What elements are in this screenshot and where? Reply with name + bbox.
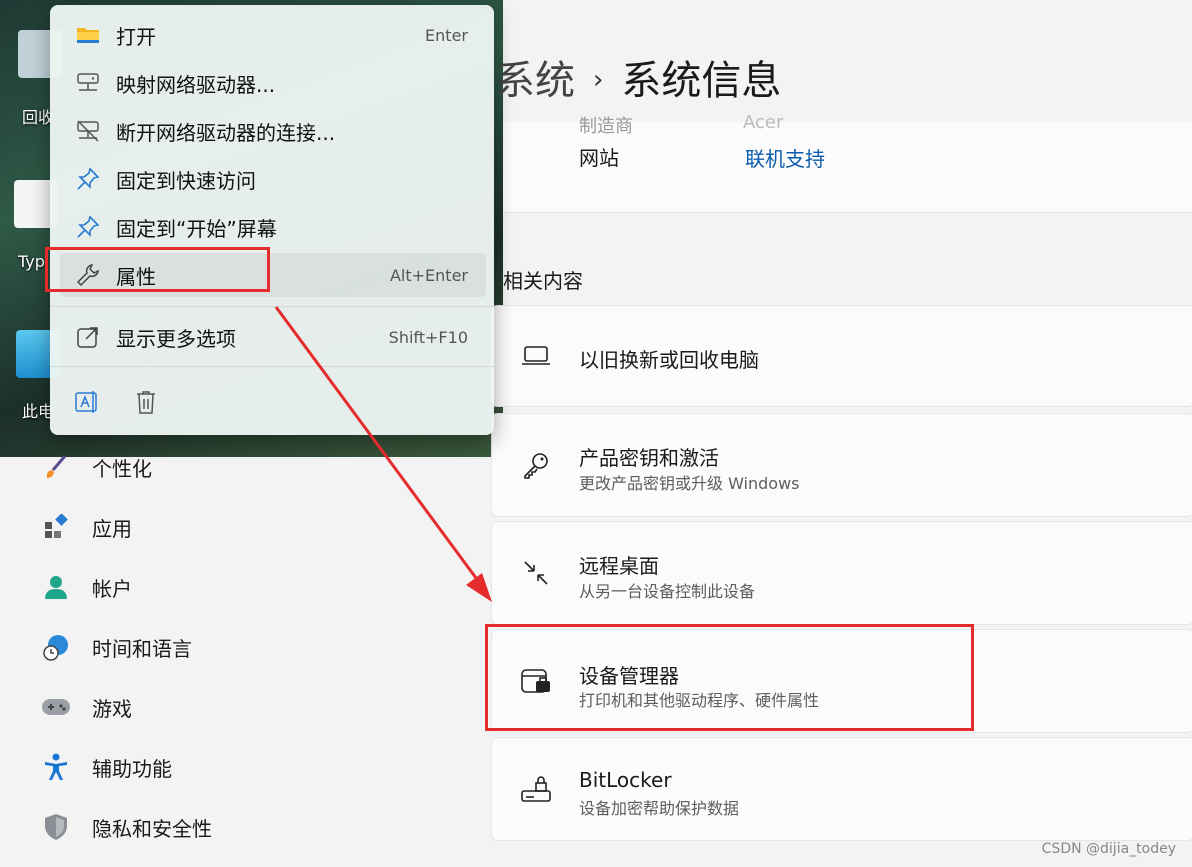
sidebar-item-gaming[interactable]: 游戏 bbox=[40, 687, 132, 727]
page-title: 系统信息 bbox=[621, 58, 782, 104]
apps-icon bbox=[40, 511, 72, 543]
menu-item-label: 固定到“开始”屏幕 bbox=[116, 216, 277, 241]
accessibility-icon bbox=[40, 751, 72, 783]
manufacturer-value: Acer bbox=[743, 112, 784, 133]
menu-item-shortcut: Enter bbox=[425, 25, 468, 45]
watermark: CSDN @dijia_todey bbox=[1041, 841, 1176, 857]
disconnect-drive-icon bbox=[74, 117, 102, 145]
gamepad-icon bbox=[40, 691, 72, 723]
desktop-label-typ: Typ bbox=[18, 252, 45, 271]
manufacturer-label: 制造商 bbox=[579, 116, 633, 137]
card-title: 产品密钥和激活 bbox=[579, 446, 719, 470]
menu-item-label: 打开 bbox=[116, 24, 156, 49]
delete-icon[interactable] bbox=[134, 389, 162, 417]
share-icon bbox=[74, 323, 102, 351]
sidebar-item-time-language[interactable]: 时间和语言 bbox=[40, 627, 192, 667]
context-menu: 打开 Enter 映射网络驱动器... 断开网络驱动器的连接... 固定到快速访… bbox=[50, 5, 494, 435]
pin-icon bbox=[74, 213, 102, 241]
menu-item-shortcut: Shift+F10 bbox=[388, 327, 468, 347]
menu-item-disconnect-drive[interactable]: 断开网络驱动器的连接... bbox=[60, 109, 486, 153]
menu-item-pin-quick-access[interactable]: 固定到快速访问 bbox=[60, 157, 486, 201]
menu-item-open[interactable]: 打开 Enter bbox=[60, 13, 486, 57]
card-title: 以旧换新或回收电脑 bbox=[579, 348, 759, 372]
sidebar-item-label: 时间和语言 bbox=[92, 636, 192, 661]
related-content-title: 相关内容 bbox=[503, 269, 583, 293]
menu-item-pin-start[interactable]: 固定到“开始”屏幕 bbox=[60, 205, 486, 249]
account-icon bbox=[40, 571, 72, 603]
website-label: 网站 bbox=[579, 146, 619, 170]
menu-item-label: 固定到快速访问 bbox=[116, 168, 256, 193]
sidebar-item-apps[interactable]: 应用 bbox=[40, 507, 132, 547]
card-title: 远程桌面 bbox=[579, 554, 659, 578]
menu-item-map-drive[interactable]: 映射网络驱动器... bbox=[60, 61, 486, 105]
menu-item-show-more[interactable]: 显示更多选项 Shift+F10 bbox=[60, 315, 486, 359]
folder-icon bbox=[74, 21, 102, 49]
breadcrumb-parent[interactable]: 系统 bbox=[495, 58, 575, 104]
sidebar-item-accessibility[interactable]: 辅助功能 bbox=[40, 747, 172, 787]
product-key-card[interactable]: 产品密钥和激活 更改产品密钥或升级 Windows bbox=[491, 413, 1192, 517]
menu-item-label: 显示更多选项 bbox=[116, 326, 236, 351]
remote-desktop-icon bbox=[516, 553, 556, 593]
sidebar-item-label: 游戏 bbox=[92, 696, 132, 721]
sidebar-item-privacy-security[interactable]: 隐私和安全性 bbox=[40, 807, 212, 847]
key-icon bbox=[516, 445, 556, 485]
chevron-right-icon: › bbox=[593, 65, 604, 95]
trade-in-card[interactable]: 以旧换新或回收电脑 bbox=[491, 305, 1192, 407]
menu-divider bbox=[50, 306, 494, 307]
rename-icon[interactable] bbox=[74, 389, 102, 417]
support-link[interactable]: 联机支持 bbox=[745, 143, 825, 172]
card-subtitle: 设备加密帮助保护数据 bbox=[579, 799, 740, 818]
sidebar-item-label: 隐私和安全性 bbox=[92, 816, 212, 841]
bitlocker-icon bbox=[516, 769, 556, 809]
brush-icon bbox=[40, 451, 72, 483]
network-drive-icon bbox=[74, 69, 102, 97]
menu-item-shortcut: Alt+Enter bbox=[389, 265, 468, 285]
menu-item-label: 断开网络驱动器的连接... bbox=[116, 120, 336, 145]
sidebar-item-label: 帐户 bbox=[92, 576, 132, 601]
remote-desktop-card[interactable]: 远程桌面 从另一台设备控制此设备 bbox=[491, 521, 1192, 625]
pin-icon bbox=[74, 165, 102, 193]
sidebar-item-label: 应用 bbox=[92, 516, 132, 541]
sidebar-item-label: 个性化 bbox=[92, 456, 152, 481]
device-info-card: 制造商 Acer 网站 联机支持 bbox=[503, 112, 1192, 213]
card-subtitle: 从另一台设备控制此设备 bbox=[579, 582, 756, 601]
menu-divider bbox=[50, 366, 494, 367]
globe-clock-icon bbox=[40, 631, 72, 663]
laptop-icon bbox=[516, 336, 556, 376]
highlight-properties-box bbox=[45, 247, 270, 292]
breadcrumb: 系统 › 系统信息 bbox=[495, 48, 781, 106]
shield-icon bbox=[40, 811, 72, 843]
sidebar-item-personalization[interactable]: 个性化 bbox=[40, 447, 152, 487]
sidebar-item-label: 辅助功能 bbox=[92, 756, 172, 781]
card-title: BitLocker bbox=[579, 768, 672, 792]
menu-item-label: 映射网络驱动器... bbox=[116, 72, 276, 97]
sidebar-item-accounts[interactable]: 帐户 bbox=[40, 567, 132, 607]
bitlocker-card[interactable]: BitLocker 设备加密帮助保护数据 bbox=[491, 737, 1192, 841]
highlight-device-manager-box bbox=[485, 624, 974, 731]
card-subtitle: 更改产品密钥或升级 Windows bbox=[579, 474, 800, 493]
